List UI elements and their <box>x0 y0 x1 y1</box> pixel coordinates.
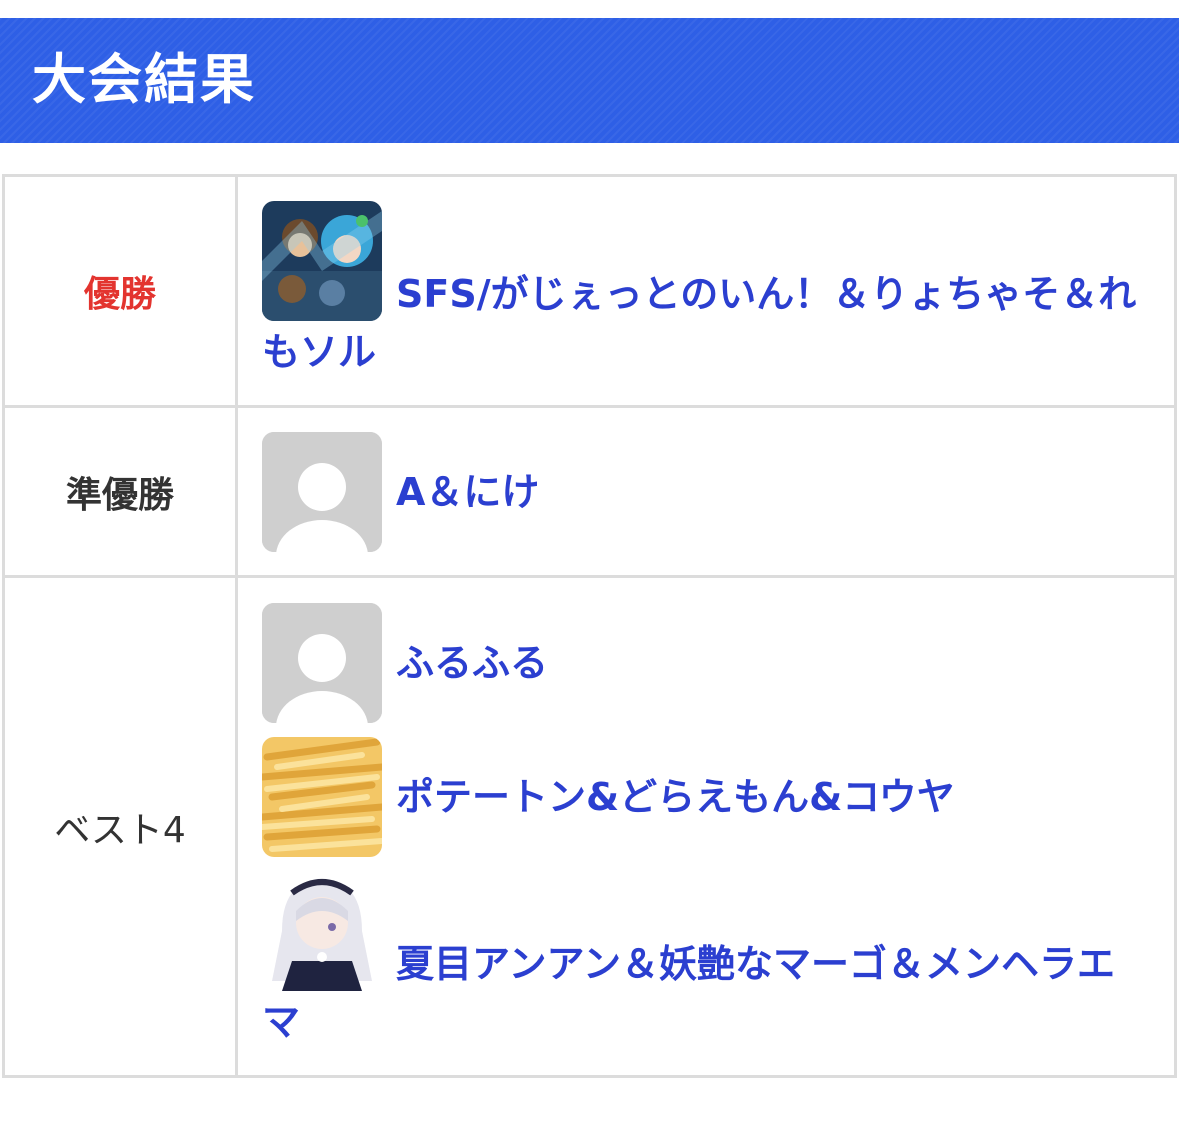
team-entry[interactable]: SFS/がじぇっとのいん！＆りょちゃそ＆れもソル <box>262 201 1150 381</box>
team-entry[interactable]: ふるふる <box>262 602 1150 723</box>
teams-cell: ふるふる ポテートン&どらえもん&コウヤ 夏目アンアン＆妖艶なマーゴ＆メンヘラエ… <box>235 575 1177 1078</box>
rank-label: 優勝 <box>2 174 238 408</box>
team-name[interactable]: 夏目アンアン＆妖艶なマーゴ＆メンヘラエマ <box>262 942 1115 1044</box>
french-fries-avatar[interactable] <box>262 736 382 857</box>
results-table: 優勝 SFS/がじぇっとのいん！＆りょちゃそ＆れもソル 準優勝 A＆にけ ベスト… <box>2 174 1177 1078</box>
rank-label: ベスト4 <box>2 575 238 1078</box>
team-name[interactable]: A＆にけ <box>396 470 539 514</box>
team-name[interactable]: ふるふる <box>396 641 548 685</box>
page-title: 大会結果 <box>32 48 256 111</box>
team-entry[interactable]: 夏目アンアン＆妖艶なマーゴ＆メンヘラエマ <box>262 870 1150 1051</box>
teams-cell: A＆にけ <box>235 405 1177 578</box>
team-entry[interactable]: A＆にけ <box>262 431 1150 552</box>
default-user-avatar[interactable] <box>262 431 382 552</box>
section-header: 大会結果 <box>0 18 1179 143</box>
teams-cell: SFS/がじぇっとのいん！＆りょちゃそ＆れもソル <box>235 174 1177 408</box>
anime-group-avatar[interactable] <box>262 201 382 321</box>
table-row: ベスト4 ふるふる ポテートン&どらえもん&コウヤ 夏目アンアン＆妖艶なマーゴ＆… <box>2 575 1177 1078</box>
table-row: 準優勝 A＆にけ <box>2 405 1177 578</box>
default-user-avatar[interactable] <box>262 602 382 723</box>
anime-girl-avatar[interactable] <box>262 870 382 991</box>
team-entry[interactable]: ポテートン&どらえもん&コウヤ <box>262 736 1150 857</box>
team-name[interactable]: SFS/がじぇっとのいん！＆りょちゃそ＆れもソル <box>262 272 1136 374</box>
table-row: 優勝 SFS/がじぇっとのいん！＆りょちゃそ＆れもソル <box>2 174 1177 408</box>
team-name[interactable]: ポテートン&どらえもん&コウヤ <box>396 775 955 819</box>
rank-label: 準優勝 <box>2 405 238 578</box>
